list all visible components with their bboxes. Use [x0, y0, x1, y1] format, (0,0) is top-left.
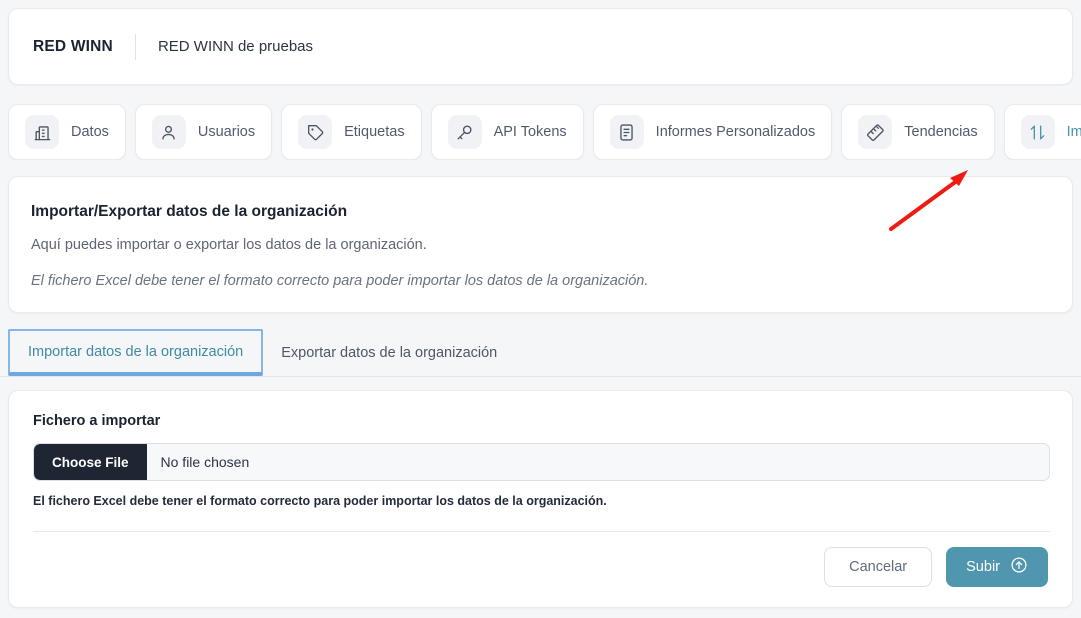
tab-label: Informes Personalizados [656, 124, 816, 140]
submit-button[interactable]: Subir [946, 547, 1048, 587]
tab-etiquetas[interactable]: Etiquetas [281, 104, 421, 160]
main-tab-strip: Datos Usuarios Etiquetas [8, 104, 1081, 160]
tab-tendencias[interactable]: Tendencias [841, 104, 994, 160]
page-subtitle: Aquí puedes importar o exportar los dato… [31, 237, 1050, 253]
file-field-label: Fichero a importar [33, 413, 1048, 429]
organization-subtitle: RED WINN de pruebas [158, 38, 313, 55]
file-input[interactable]: Choose File No file chosen [33, 443, 1050, 481]
tab-label: Tendencias [904, 124, 977, 140]
subtab-exportar[interactable]: Exportar datos de la organización [263, 329, 515, 376]
choose-file-button[interactable]: Choose File [34, 444, 147, 480]
ruler-icon [858, 115, 892, 149]
section-info-card: Importar/Exportar datos de la organizaci… [8, 176, 1073, 313]
report-icon [610, 115, 644, 149]
import-form-card: Fichero a importar Choose File No file c… [8, 390, 1073, 608]
header-divider [135, 34, 136, 60]
organization-name: RED WINN [33, 38, 113, 56]
file-help-text: El fichero Excel debe tener el formato c… [33, 494, 1048, 508]
format-note: El fichero Excel debe tener el formato c… [31, 273, 1050, 289]
organization-header: RED WINN RED WINN de pruebas [8, 8, 1073, 85]
tab-datos[interactable]: Datos [8, 104, 126, 160]
chosen-file-name: No file chosen [147, 444, 250, 480]
tab-informes-personalizados[interactable]: Informes Personalizados [593, 104, 833, 160]
tab-usuarios[interactable]: Usuarios [135, 104, 272, 160]
cancel-button[interactable]: Cancelar [824, 547, 932, 587]
sub-tab-bar: Importar datos de la organización Export… [0, 329, 1081, 377]
building-icon [25, 115, 59, 149]
tab-label: API Tokens [494, 124, 567, 140]
circle-arrow-up-icon [1010, 556, 1028, 578]
user-icon [152, 115, 186, 149]
page-title: Importar/Exportar datos de la organizaci… [31, 203, 1050, 221]
form-divider [33, 531, 1050, 532]
key-icon [448, 115, 482, 149]
submit-button-label: Subir [966, 559, 1000, 575]
form-actions: Cancelar Subir [824, 547, 1048, 587]
import-export-icon [1021, 115, 1055, 149]
tab-api-tokens[interactable]: API Tokens [431, 104, 584, 160]
app-root: RED WINN RED WINN de pruebas Datos [0, 0, 1081, 618]
subtab-label: Exportar datos de la organización [281, 345, 497, 361]
subtab-importar[interactable]: Importar datos de la organización [8, 329, 263, 376]
tab-importar-exportar[interactable]: Importar/Exportar [1004, 104, 1081, 160]
tab-label: Etiquetas [344, 124, 404, 140]
tab-label: Importar/Exportar [1067, 124, 1081, 140]
subtab-label: Importar datos de la organización [28, 344, 243, 360]
tab-label: Usuarios [198, 124, 255, 140]
tab-label: Datos [71, 124, 109, 140]
tag-icon [298, 115, 332, 149]
